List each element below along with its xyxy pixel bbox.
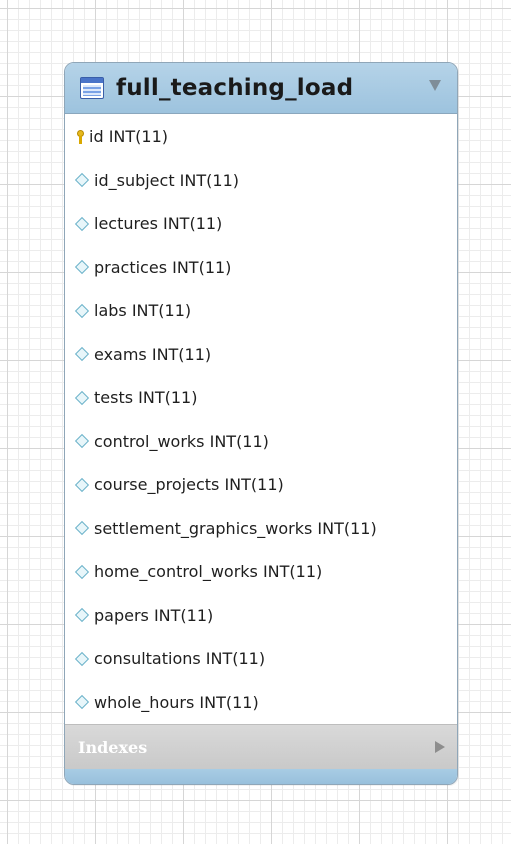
column-row[interactable]: exams INT(11) [65, 333, 457, 377]
column-row[interactable]: lectures INT(11) [65, 202, 457, 246]
column-label: course_projects INT(11) [94, 475, 284, 495]
diamond-icon [74, 564, 90, 579]
column-row[interactable]: practices INT(11) [65, 246, 457, 290]
indexes-label: Indexes [78, 737, 148, 757]
diamond-icon [74, 216, 90, 231]
indexes-section[interactable]: Indexes [65, 724, 457, 769]
diamond-icon [74, 608, 90, 623]
column-row[interactable]: home_control_works INT(11) [65, 550, 457, 594]
diamond-icon [74, 651, 90, 666]
table-header[interactable]: full_teaching_load [65, 63, 457, 114]
column-label: control_works INT(11) [94, 431, 269, 451]
diamond-icon [74, 390, 90, 405]
column-row[interactable]: id_subject INT(11) [65, 159, 457, 203]
column-label: exams INT(11) [94, 344, 212, 364]
column-label: practices INT(11) [94, 257, 232, 277]
column-label: settlement_graphics_works INT(11) [94, 518, 377, 538]
diamond-icon [74, 521, 90, 536]
column-row[interactable]: id INT(11) [65, 115, 457, 159]
table-title: full_teaching_load [116, 75, 354, 101]
column-label: labs INT(11) [94, 301, 192, 321]
column-label: tests INT(11) [94, 388, 198, 408]
diamond-icon [74, 173, 90, 188]
column-label: id_subject INT(11) [94, 170, 239, 190]
column-row[interactable]: papers INT(11) [65, 594, 457, 638]
column-label: lectures INT(11) [94, 214, 223, 234]
table-footer [65, 769, 457, 784]
column-label: whole_hours INT(11) [94, 692, 259, 712]
column-label: id INT(11) [89, 127, 168, 147]
key-icon [77, 129, 84, 144]
column-row[interactable]: labs INT(11) [65, 289, 457, 333]
table-entity-full-teaching-load[interactable]: full_teaching_load id INT(11) id_subject … [64, 62, 458, 785]
diamond-icon [74, 695, 90, 710]
diamond-icon [74, 303, 90, 318]
diamond-icon [74, 434, 90, 449]
table-icon [80, 77, 104, 99]
column-row[interactable]: whole_hours INT(11) [65, 681, 457, 725]
chevron-down-icon[interactable] [429, 80, 441, 91]
column-row[interactable]: course_projects INT(11) [65, 463, 457, 507]
column-row[interactable]: settlement_graphics_works INT(11) [65, 507, 457, 551]
chevron-right-icon[interactable] [435, 741, 445, 753]
column-row[interactable]: consultations INT(11) [65, 637, 457, 681]
column-label: papers INT(11) [94, 605, 214, 625]
diamond-icon [74, 477, 90, 492]
column-row[interactable]: tests INT(11) [65, 376, 457, 420]
column-list: id INT(11) id_subject INT(11) lectures INT… [65, 114, 457, 724]
column-label: consultations INT(11) [94, 649, 266, 669]
column-row[interactable]: control_works INT(11) [65, 420, 457, 464]
diamond-icon [74, 347, 90, 362]
diamond-icon [74, 260, 90, 275]
column-label: home_control_works INT(11) [94, 562, 323, 582]
